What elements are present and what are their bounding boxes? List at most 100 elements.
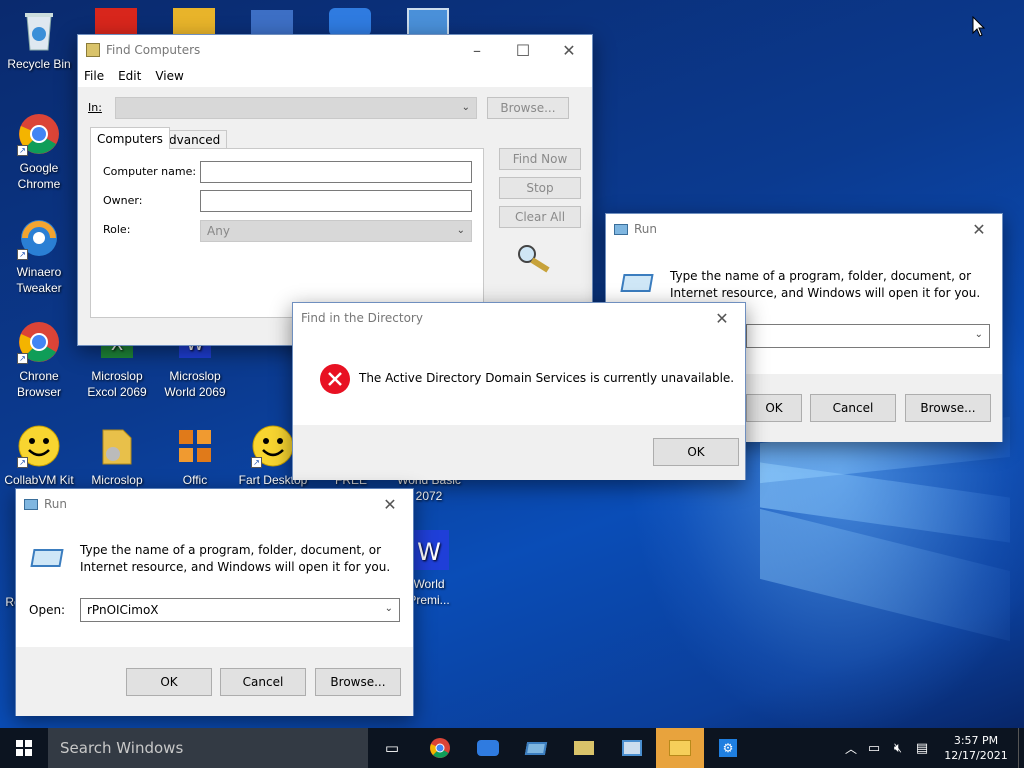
adobe-icon[interactable]: [95, 8, 137, 36]
title-bar[interactable]: Run ✕: [16, 489, 413, 519]
clock-time: 3:57 PM: [953, 734, 999, 747]
mouse-cursor-icon: [972, 16, 986, 37]
open-field[interactable]: rPnOICimoX ⌄: [80, 598, 400, 622]
close-button[interactable]: ✕: [367, 489, 413, 519]
cancel-button[interactable]: Cancel: [810, 394, 896, 422]
close-button[interactable]: ✕: [699, 303, 745, 333]
find-now-button[interactable]: Find Now: [499, 148, 581, 170]
in-dropdown[interactable]: ⌄: [115, 97, 477, 119]
chevron-down-icon: ⌄: [461, 102, 470, 113]
clock[interactable]: 3:57 PM 12/17/2021: [934, 733, 1018, 763]
smiley-icon: ↗: [17, 424, 61, 468]
open-value: rPnOICimoX: [87, 603, 159, 617]
desktop-icon-label: Microslop: [91, 473, 143, 487]
close-button[interactable]: ✕: [546, 35, 592, 65]
show-desktop-button[interactable]: [1018, 728, 1024, 768]
desktop-icon-microslop[interactable]: Microslop: [78, 424, 156, 488]
chrome-icon: ↗: [17, 112, 61, 156]
browse-button[interactable]: Browse...: [905, 394, 991, 422]
shortcut-arrow-icon: ↗: [17, 353, 28, 364]
desktop-icon-offic[interactable]: Offic: [156, 424, 234, 488]
desktop-icon-winaero-tweaker[interactable]: ↗ Winaero Tweaker: [0, 216, 78, 296]
desktop-icon-label: CollabVM Kit: [4, 473, 74, 487]
minimize-button[interactable]: –: [454, 35, 500, 65]
directory-icon[interactable]: [608, 728, 656, 768]
desktop-icon-label: Chrone Browser: [16, 369, 61, 399]
task-view-icon[interactable]: ▭: [368, 728, 416, 768]
file-explorer-icon[interactable]: [656, 728, 704, 768]
role-label: Role:: [103, 223, 131, 236]
chat-app-icon[interactable]: [464, 728, 512, 768]
app-icon[interactable]: [173, 8, 215, 36]
windows-logo-icon: [16, 740, 32, 756]
computer-name-label: Computer name:: [103, 165, 197, 178]
error-dialog: Find in the Directory ✕ The Active Direc…: [292, 302, 746, 480]
find-computers-icon[interactable]: [560, 728, 608, 768]
desktop-icon-label: Google Chrome: [17, 161, 61, 191]
role-dropdown[interactable]: Any ⌄: [200, 220, 472, 242]
chrome-icon[interactable]: [416, 728, 464, 768]
run-icon[interactable]: [512, 728, 560, 768]
find-computers-icon: [86, 43, 100, 57]
settings-icon[interactable]: ⚙: [704, 728, 752, 768]
ok-button[interactable]: OK: [126, 668, 212, 696]
menu-edit[interactable]: Edit: [118, 69, 141, 83]
recycle-bin-icon: [17, 8, 61, 52]
shortcut-arrow-icon: ↗: [251, 457, 262, 468]
error-message: The Active Directory Domain Services is …: [359, 371, 735, 385]
desktop-icon-collabvm-kit[interactable]: ↗ CollabVM Kit: [0, 424, 78, 488]
title-bar[interactable]: Run ✕: [606, 214, 1002, 244]
app-icon[interactable]: [251, 10, 293, 36]
desktop-icon-label: Microslop World 2069: [164, 369, 226, 399]
stop-button[interactable]: Stop: [499, 177, 581, 199]
browse-button[interactable]: Browse...: [487, 97, 569, 119]
run-description: Type the name of a program, folder, docu…: [670, 269, 981, 300]
desktop-icon-recycle-bin[interactable]: Recycle Bin: [0, 8, 78, 72]
computer-name-field[interactable]: [200, 161, 472, 183]
run-icon: [614, 223, 628, 235]
ok-button[interactable]: OK: [653, 438, 739, 466]
chevron-down-icon: ⌄: [974, 329, 983, 340]
maximize-button[interactable]: ☐: [500, 35, 546, 65]
tab-computers[interactable]: Computers: [90, 127, 170, 149]
ok-button[interactable]: OK: [746, 394, 802, 422]
desktop-icon-label: Offic: [182, 473, 208, 487]
open-dropdown[interactable]: ⌄: [746, 324, 990, 348]
winaero-tweaker-icon: ↗: [17, 216, 61, 260]
desktop-icon-google-chrome[interactable]: ↗ Google Chrome: [0, 112, 78, 192]
shortcut-arrow-icon: ↗: [17, 249, 28, 260]
owner-field[interactable]: [200, 190, 472, 212]
search-box[interactable]: Search Windows: [48, 728, 368, 768]
cancel-button[interactable]: Cancel: [220, 668, 306, 696]
run-app-icon: [30, 549, 64, 567]
menu-bar: File Edit View: [78, 65, 592, 87]
chevron-down-icon: ⌄: [456, 225, 465, 236]
role-value: Any: [207, 224, 230, 238]
volume-muted-icon[interactable]: 🔇︎: [886, 741, 910, 756]
run-icon: [24, 498, 38, 510]
open-label: Open:: [29, 603, 66, 617]
taskbar: Search Windows ▭ ⚙ ︿ ▭ 🔇︎ ▤ 3:57 PM 12/1…: [0, 728, 1024, 768]
desktop-icon-label: Microslop Excol 2069: [87, 369, 147, 399]
menu-file[interactable]: File: [84, 69, 104, 83]
title-bar[interactable]: Find in the Directory ✕: [293, 303, 745, 333]
window-title: Run: [634, 222, 658, 236]
desktop-icon-chrone-browser[interactable]: ↗ Chrone Browser: [0, 320, 78, 400]
window-title: Find in the Directory: [301, 311, 423, 325]
browse-button[interactable]: Browse...: [315, 668, 401, 696]
notifications-icon[interactable]: ▤: [910, 741, 934, 756]
error-icon: [320, 364, 350, 394]
title-bar[interactable]: Find Computers – ☐ ✕: [78, 35, 592, 65]
owner-label: Owner:: [103, 194, 143, 207]
chevron-up-icon[interactable]: ︿: [840, 740, 862, 757]
start-button[interactable]: [0, 728, 48, 768]
in-label: In:: [88, 101, 102, 114]
find-computers-window: Find Computers – ☐ ✕ File Edit View In: …: [77, 34, 593, 346]
app-icon[interactable]: [407, 8, 449, 36]
clear-all-button[interactable]: Clear All: [499, 206, 581, 228]
shortcut-arrow-icon: ↗: [17, 457, 28, 468]
network-icon[interactable]: ▭: [862, 741, 886, 756]
app-icon[interactable]: [329, 8, 371, 36]
close-button[interactable]: ✕: [956, 214, 1002, 244]
menu-view[interactable]: View: [155, 69, 183, 83]
